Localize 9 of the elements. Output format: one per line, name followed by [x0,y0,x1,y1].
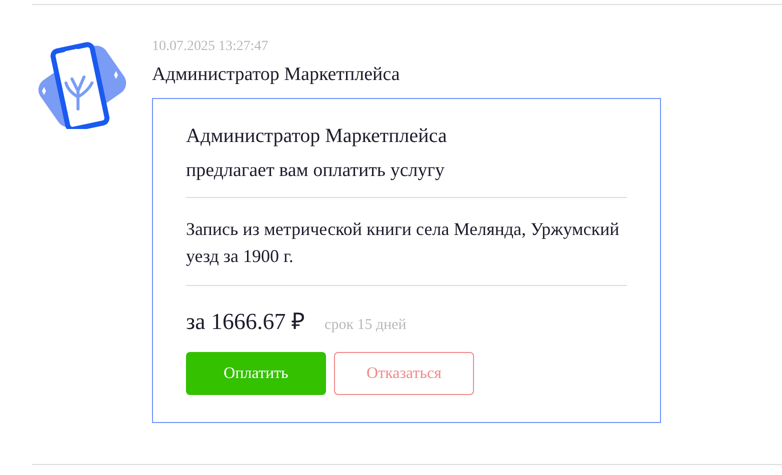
sender-name: Администратор Маркетплейса [152,64,401,86]
decline-button[interactable]: Отказаться [334,352,474,395]
invoice-subtitle: предлагает вам оплатить услугу [186,160,446,182]
pay-button[interactable]: Оплатить [186,352,326,395]
payment-term: срок 15 дней [324,317,406,334]
service-description: Запись из метрической книги села Мелянда, Уржумский уезд за 1900 г. [186,218,620,268]
message-time: 10.07.2025 13:27:47 [152,39,270,55]
invoice-sender: Администратор Маркетплейса [186,125,448,148]
price: за 1666.67 ₽ [186,308,305,336]
